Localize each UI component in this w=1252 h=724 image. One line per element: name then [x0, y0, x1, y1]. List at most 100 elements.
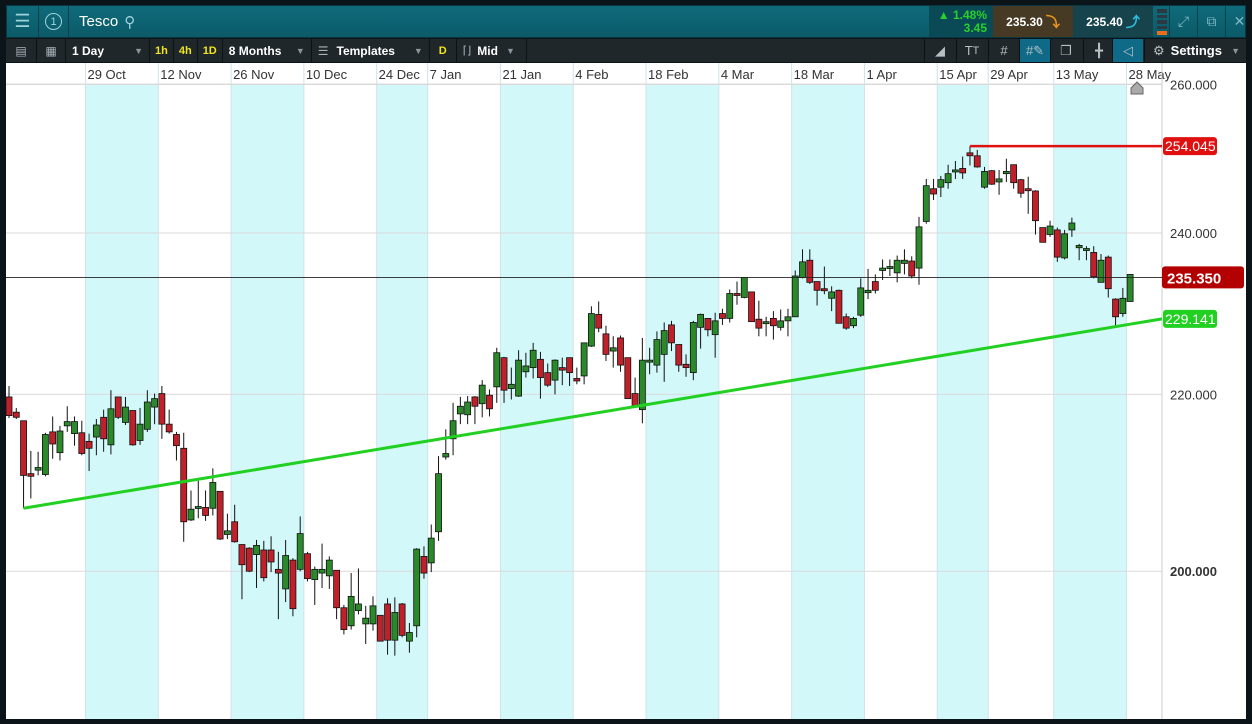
- interval-value: 1 Day: [72, 43, 105, 58]
- candle-down: [486, 394, 493, 410]
- interval-dropdown[interactable]: 1 Day ▼: [66, 39, 150, 62]
- price-type-dropdown[interactable]: ⌈⌋ Mid ▼: [457, 39, 527, 62]
- candle-down: [49, 431, 57, 445]
- chevron-down-icon: ▼: [505, 45, 515, 56]
- candle-up: [937, 179, 945, 188]
- sell-price: 235.30: [1006, 14, 1043, 29]
- close-icon[interactable]: ✕: [1225, 6, 1252, 37]
- expand-icon[interactable]: ⤢: [1169, 6, 1197, 37]
- tag-icon[interactable]: ◁: [1112, 39, 1143, 62]
- candle-down: [966, 152, 974, 157]
- candle-down: [835, 289, 843, 324]
- list-icon[interactable]: ▤: [6, 39, 37, 62]
- candle-up: [413, 548, 421, 627]
- candle-up: [1126, 274, 1134, 302]
- candle-down: [537, 358, 544, 379]
- templates-dropdown[interactable]: ☰ Templates ▼: [312, 39, 430, 62]
- candle-down: [245, 547, 253, 572]
- candle-up: [580, 342, 588, 377]
- candle-down: [27, 473, 35, 477]
- candle-down: [806, 259, 814, 283]
- candle-up: [646, 359, 654, 363]
- candle-down: [100, 416, 108, 440]
- candle-down: [558, 367, 566, 371]
- workspace-badge[interactable]: 1: [39, 6, 69, 37]
- candle-down: [12, 411, 20, 418]
- interval-1d-button[interactable]: 1D: [198, 39, 223, 62]
- candle-up: [638, 359, 646, 411]
- candle-down: [733, 293, 741, 296]
- price-tick-label: 200.000: [1170, 564, 1217, 579]
- time-band: [1053, 84, 1127, 719]
- candle-down: [1104, 256, 1112, 290]
- chart-toolbar: ▤ ▦ 1 Day ▼ 1h 4h 1D 8 Months ▼ ☰ Templates…: [6, 39, 1246, 62]
- buy-button[interactable]: 235.40 ⤴: [1073, 6, 1153, 37]
- settings-dropdown[interactable]: ⚙ Settings ▼: [1144, 39, 1246, 62]
- windows-icon[interactable]: ❐: [1050, 39, 1081, 62]
- crosshair-candle-icon[interactable]: ╋: [1083, 39, 1114, 62]
- draw-line-icon[interactable]: ◢: [924, 39, 955, 62]
- candle-up: [355, 603, 362, 611]
- candle-up: [740, 277, 748, 298]
- candle-up: [791, 275, 799, 318]
- interval-4h-button[interactable]: 4h: [174, 39, 198, 62]
- candle-down: [617, 337, 624, 366]
- sell-button[interactable]: 235.30 ⤵: [993, 6, 1073, 37]
- candle-down: [231, 521, 239, 543]
- date-tick-label: 13 May: [1056, 67, 1099, 82]
- candle-up: [136, 423, 144, 441]
- chevron-down-icon: ▼: [134, 45, 143, 56]
- time-band: [791, 84, 865, 719]
- price-chart[interactable]: 29 Oct 12 Nov 26 Nov 10 Dec 24 Dec 7 Jan 21 Ja…: [6, 63, 1246, 719]
- date-tick-label: 4 Feb: [575, 67, 608, 82]
- candle-up: [1068, 222, 1076, 231]
- candle-up: [529, 349, 537, 369]
- hamburger-icon[interactable]: ☰: [7, 6, 39, 37]
- range-dropdown[interactable]: 8 Months ▼: [223, 39, 312, 62]
- interval-1h-button[interactable]: 1h: [150, 39, 174, 62]
- candle-down: [973, 155, 981, 168]
- layout-icon[interactable]: ▦: [37, 39, 66, 62]
- candle-down: [1010, 164, 1018, 184]
- candle-down: [573, 378, 581, 382]
- candle-down: [471, 396, 479, 407]
- date-tick-label: 12 Nov: [160, 67, 202, 82]
- candle-up: [784, 316, 792, 322]
- candle-up: [347, 596, 355, 627]
- candle-up: [369, 605, 377, 625]
- candle-up: [194, 506, 202, 509]
- candle-up: [71, 421, 78, 435]
- title-bar: ☰ 1 Tesco ⚲ ▲ 1.48% 3.45 235.30 ⤵ 235.40 ⤴…: [6, 5, 1246, 38]
- candle-down: [216, 490, 224, 540]
- candle-up: [711, 320, 719, 336]
- search-icon[interactable]: ⚲: [124, 13, 135, 31]
- candle-up: [151, 398, 159, 408]
- candle-up: [515, 359, 523, 397]
- trend-line: [23, 317, 1163, 510]
- candle-up: [697, 313, 704, 328]
- candle-up: [311, 568, 319, 580]
- candle-up: [1119, 297, 1127, 314]
- candle-down: [675, 344, 683, 366]
- candle-up: [223, 530, 231, 535]
- candle-down: [1032, 190, 1039, 222]
- price-tick-label: 260.000: [1170, 78, 1217, 93]
- d-button[interactable]: D: [430, 39, 457, 62]
- candle-up: [922, 185, 930, 222]
- candle-down: [1053, 229, 1061, 258]
- popout-icon[interactable]: ⧉: [1197, 6, 1225, 37]
- candle-up: [493, 352, 501, 388]
- candle-down: [333, 569, 341, 609]
- candle-up: [799, 261, 806, 278]
- candle-up: [456, 405, 464, 415]
- candle-up: [34, 467, 42, 471]
- candle-up: [282, 555, 290, 590]
- chart-area[interactable]: 29 Oct 12 Nov 26 Nov 10 Dec 24 Dec 7 Jan 21 Ja…: [6, 63, 1246, 719]
- text-size-icon[interactable]: TT: [956, 39, 987, 62]
- grid-edit-icon[interactable]: #✎: [1019, 39, 1050, 62]
- candle-down: [129, 410, 137, 446]
- change-percent: 1.48%: [952, 7, 987, 22]
- grid-icon[interactable]: #: [988, 39, 1019, 62]
- instrument-title[interactable]: Tesco: [79, 13, 118, 30]
- candle-down: [1024, 188, 1032, 192]
